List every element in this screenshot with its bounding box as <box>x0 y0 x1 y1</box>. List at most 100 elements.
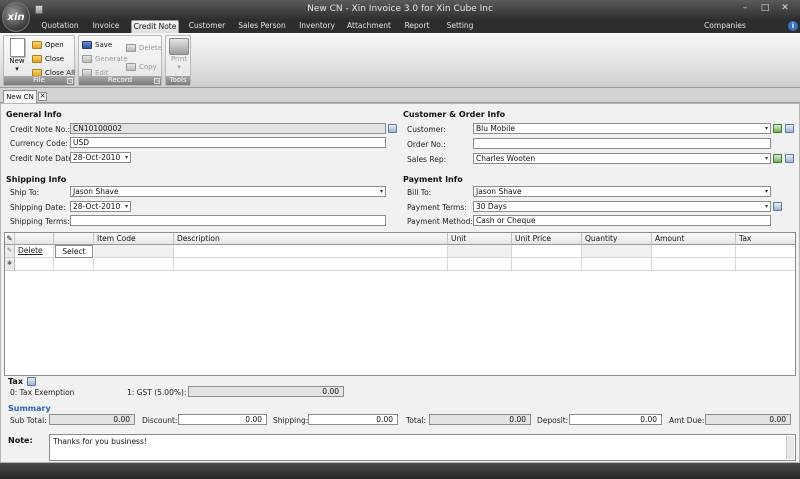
tab-inventory[interactable]: Inventory <box>294 20 340 33</box>
tab-credit-note[interactable]: Credit Note <box>131 20 179 33</box>
col-unit-price[interactable]: Unit Price <box>512 233 582 245</box>
tab-customer[interactable]: Customer <box>184 20 230 33</box>
total-field: 0.00 <box>429 414 531 425</box>
tab-setting[interactable]: Setting <box>440 20 480 33</box>
customer-select[interactable]: Blu Mobile ▾ <box>473 123 771 134</box>
bill-to-label: Bill To: <box>407 188 432 197</box>
add-sales-rep-icon[interactable] <box>773 154 782 163</box>
col-quantity[interactable]: Quantity <box>582 233 652 245</box>
col-unit[interactable]: Unit <box>448 233 512 245</box>
open-button[interactable]: Open <box>32 39 64 51</box>
discount-field[interactable]: 0.00 <box>178 414 267 425</box>
amount-cell[interactable] <box>652 245 736 258</box>
line-items-grid[interactable]: ✎ Item Code Description Unit Unit Price … <box>4 232 796 376</box>
gst-amount-field: 0.00 <box>188 386 344 397</box>
select-item-button[interactable]: Select <box>55 245 93 258</box>
col-item-code[interactable]: Item Code <box>94 233 174 245</box>
currency-field[interactable]: USD <box>70 137 386 148</box>
delete-button[interactable]: Delete <box>126 42 162 54</box>
shipping-terms-field[interactable] <box>70 215 386 226</box>
tax-cell[interactable] <box>736 245 795 258</box>
tab-attachment[interactable]: Attachment <box>345 20 393 33</box>
new-row-cell[interactable] <box>448 258 512 271</box>
ribbon-tab-row: Quotation Invoice Credit Note Customer S… <box>0 20 800 33</box>
new-row-cell[interactable] <box>582 258 652 271</box>
unit-cell[interactable] <box>448 245 512 258</box>
item-code-cell[interactable] <box>94 245 174 258</box>
payment-terms-select[interactable]: 30 Days ▾ <box>473 201 771 212</box>
file-group: New ▾ Open Close Close All File ↘ <box>3 35 75 86</box>
shipping-terms-label: Shipping Terms: <box>10 217 70 226</box>
sales-rep-select[interactable]: Charles Wooten ▾ <box>473 153 771 164</box>
customer-order-heading: Customer & Order Info <box>403 110 506 119</box>
folder-icon <box>32 41 42 49</box>
new-row-cell[interactable] <box>652 258 736 271</box>
tab-report[interactable]: Report <box>399 20 435 33</box>
app-logo[interactable]: xin <box>2 2 30 32</box>
customer-lookup-icon[interactable] <box>785 124 794 133</box>
help-icon[interactable]: i <box>788 21 798 31</box>
copy-button[interactable]: Copy <box>126 61 157 73</box>
save-button[interactable]: Save <box>82 39 112 51</box>
new-row-cell[interactable] <box>512 258 582 271</box>
description-cell[interactable] <box>174 245 448 258</box>
quantity-cell[interactable] <box>582 245 652 258</box>
new-row-cell[interactable] <box>54 258 94 271</box>
payment-method-field[interactable]: Cash or Cheque <box>473 215 771 226</box>
subtotal-label: Sub Total: <box>10 416 47 425</box>
bill-to-select[interactable]: Jason Shave ▾ <box>473 186 771 197</box>
generate-button[interactable]: Generate <box>82 53 128 65</box>
col-amount[interactable]: Amount <box>652 233 736 245</box>
new-row-cell[interactable] <box>94 258 174 271</box>
status-bar <box>0 463 800 479</box>
maximize-button[interactable]: □ <box>756 2 774 14</box>
lookup-icon[interactable] <box>388 124 397 133</box>
currency-label: Currency Code: <box>10 139 68 148</box>
order-no-field[interactable] <box>473 138 771 149</box>
ship-to-label: Ship To: <box>10 188 40 197</box>
col-description[interactable]: Description <box>174 233 448 245</box>
deposit-field[interactable]: 0.00 <box>569 414 662 425</box>
printer-icon <box>169 38 189 55</box>
shipping-date-label: Shipping Date: <box>10 203 66 212</box>
cn-date-label: Credit Note Date: <box>10 154 76 163</box>
cn-date-picker[interactable]: 28-Oct-2010 ▾ <box>70 152 131 163</box>
minimize-button[interactable]: – <box>736 2 754 14</box>
close-button[interactable]: Close <box>32 53 64 65</box>
copy-icon <box>126 63 136 71</box>
note-textarea[interactable]: Thanks for you business! <box>49 434 796 461</box>
tab-invoice[interactable]: Invoice <box>86 20 126 33</box>
sales-rep-lookup-icon[interactable] <box>785 154 794 163</box>
record-group-label: Record <box>79 76 161 85</box>
payment-info-heading: Payment Info <box>403 175 463 184</box>
document-tab-new-cn[interactable]: New CN <box>3 90 37 103</box>
payment-terms-lookup-icon[interactable] <box>773 202 782 211</box>
tab-companies[interactable]: Companies <box>700 20 750 33</box>
col-tax[interactable]: Tax <box>736 233 795 245</box>
delete-row-link[interactable]: Delete <box>18 246 43 255</box>
new-row-cell[interactable] <box>736 258 795 271</box>
tab-sales-person[interactable]: Sales Person <box>235 20 289 33</box>
note-scrollbar[interactable] <box>786 436 794 459</box>
chevron-down-icon: ▾ <box>124 203 128 210</box>
tax-settings-icon[interactable] <box>27 377 36 386</box>
tab-quotation[interactable]: Quotation <box>40 20 80 33</box>
add-customer-icon[interactable] <box>773 124 782 133</box>
shipping-date-picker[interactable]: 28-Oct-2010 ▾ <box>70 201 131 212</box>
new-row[interactable] <box>15 258 54 271</box>
print-button[interactable]: Print ▾ <box>167 38 191 71</box>
expand-icon[interactable]: ↘ <box>154 78 160 84</box>
new-button[interactable]: New ▾ <box>6 38 28 73</box>
new-row-cell[interactable] <box>174 258 448 271</box>
ship-to-select[interactable]: Jason Shave ▾ <box>70 186 386 197</box>
gst-label: 1: GST (5.00%): <box>127 388 187 397</box>
unit-price-cell[interactable] <box>512 245 582 258</box>
shipping-field[interactable]: 0.00 <box>308 414 398 425</box>
tools-group: Print ▾ Tools <box>165 35 191 86</box>
cn-no-field[interactable]: CN10100002 <box>70 123 386 134</box>
expand-icon[interactable]: ↘ <box>67 78 73 84</box>
row-edit-indicator: ✎ <box>5 245 15 258</box>
order-no-label: Order No.: <box>407 140 446 149</box>
close-tab-icon[interactable]: ✕ <box>38 92 47 101</box>
close-window-button[interactable]: ✕ <box>776 2 794 14</box>
